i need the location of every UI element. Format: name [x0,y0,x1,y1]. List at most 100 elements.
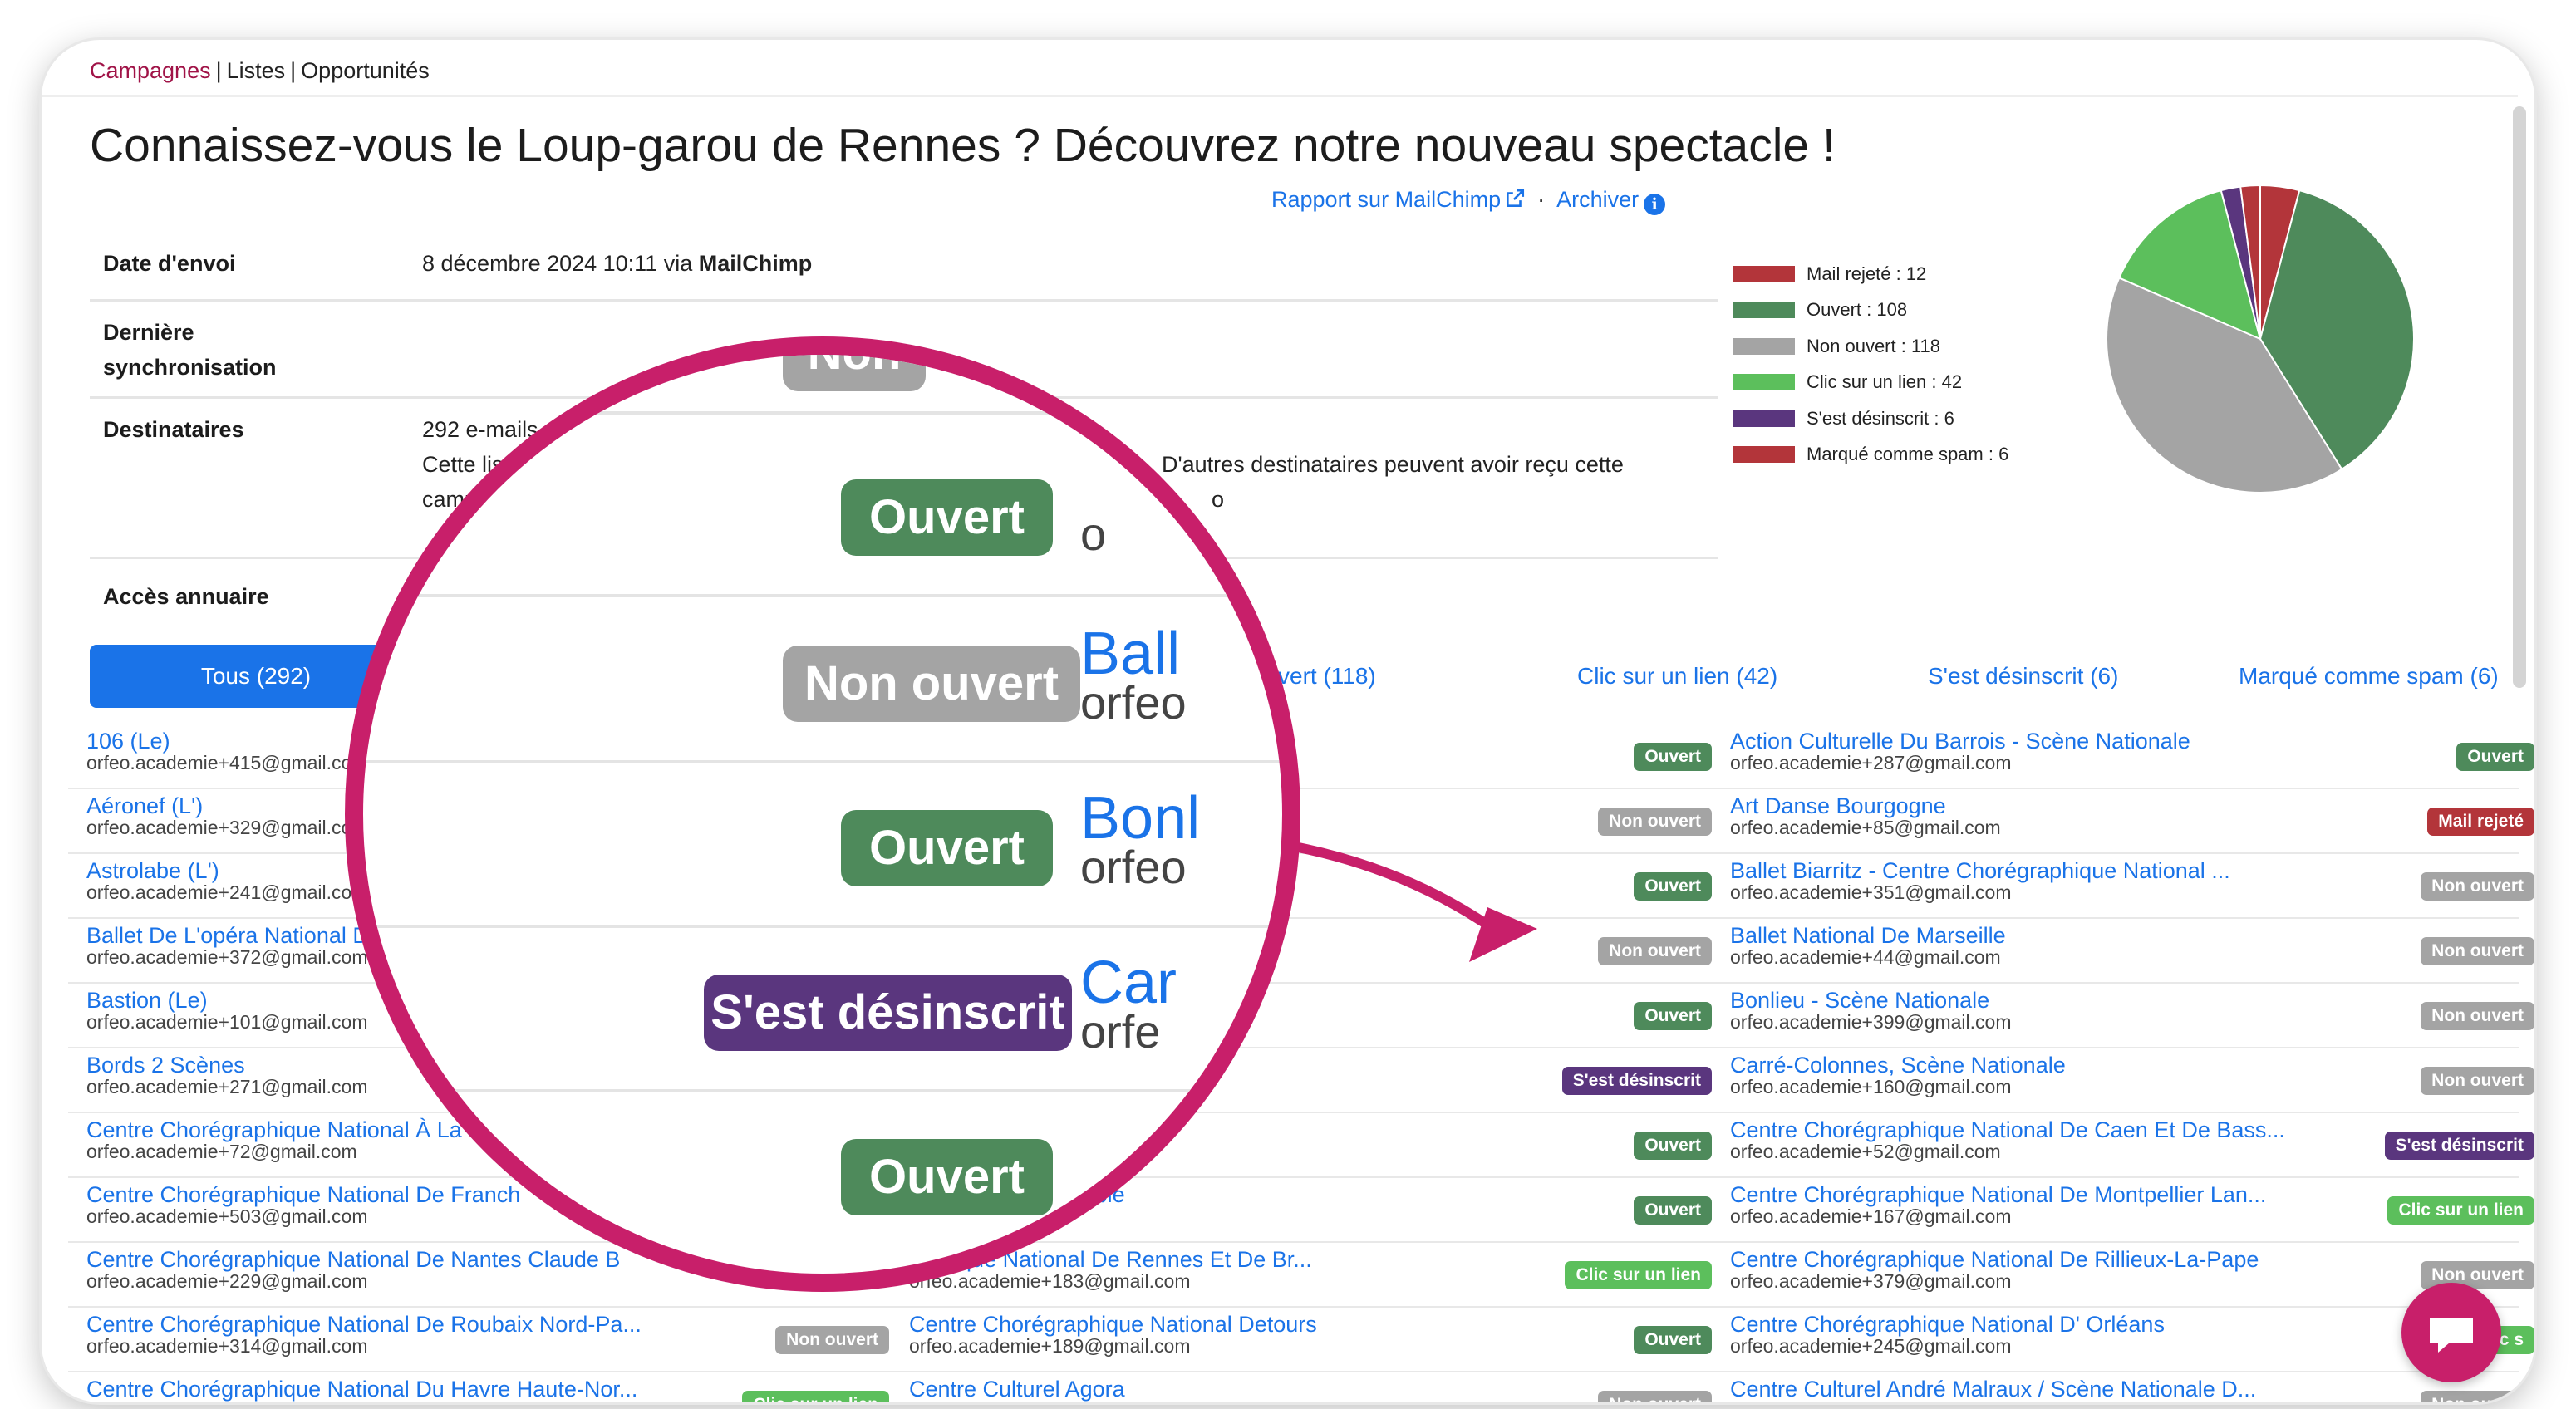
legend-label: Non ouvert : 118 [1807,335,1941,356]
recipient-email: orfeo.academie+329@gmail.co [86,817,352,838]
mag-divider [363,1089,1282,1092]
mag-badge-ouvert-3: Ouvert [841,1139,1053,1215]
status-badge: Non ouvert [1598,1391,1712,1402]
recipients-label: Destinataires [103,417,244,442]
info-icon[interactable]: i [1644,194,1666,215]
archive-link[interactable]: Archiver [1556,187,1639,212]
recipient-email: orfeo.academie+372@gmail.com [86,946,368,968]
status-badge: Non ouvert [1598,937,1712,965]
vertical-scrollbar[interactable] [2513,106,2526,688]
recipient-email: orfeo.academie+229@gmail.com [86,1270,368,1292]
breadcrumb-campagnes[interactable]: Campagnes [90,58,211,83]
legend-item: Non ouvert : 118 [1733,328,2008,365]
legend-label: S'est désinscrit : 6 [1807,407,1954,429]
recipient-email: orfeo.academie+101@gmail.com [86,1011,368,1033]
page-title: Connaissez-vous le Loup-garou de Rennes … [90,119,1836,172]
send-date-text: 8 décembre 2024 10:11 via [422,251,693,276]
status-badge: Mail rejeté [2427,808,2534,836]
recipient-cell: Art Danse Bourgogne orfeo.academie+85@gma… [1730,789,2534,852]
chat-bubble-icon [2430,1318,2473,1353]
send-date-value: 8 décembre 2024 10:11 via MailChimp [422,246,812,281]
status-badge: Non ouvert [2421,1067,2534,1095]
recipient-email: orfeo.academie+425@gmail.com [86,1399,368,1402]
legend-label: Mail rejeté : 12 [1807,263,1927,284]
recipient-email: orfeo.academie+167@gmail.com [1730,1205,2012,1227]
status-badge: Non ouvert [2421,1391,2534,1402]
table-row: Centre Chorégraphique National De Franch… [68,1178,2534,1243]
recipient-email: orfeo.academie+241@gmail.com [86,881,368,903]
recipient-email: orfeo.academie+52@gmail.com [1730,1141,2001,1162]
recipient-cell: Ballet National De Marseille orfeo.academ… [1730,919,2534,982]
legend-item: Marqué comme spam : 6 [1733,437,2008,474]
mag-badge-non-ouvert: Non ouvert [783,646,1080,722]
recipient-email: orfeo.academie+72@gmail.com [86,1141,357,1162]
links-separator: · [1537,187,1546,212]
breadcrumb-listes[interactable]: Listes [227,58,286,83]
breadcrumb-opportunites[interactable]: Opportunités [301,58,430,83]
mag-badge-desinscrit: S'est désinscrit [704,975,1072,1051]
sync-label-line1: Dernière [103,320,194,345]
status-badge: Ouvert [1634,1196,1712,1225]
tab-not-opened[interactable]: vert (118) [1278,645,1376,708]
external-link-icon [1507,189,1525,207]
legend-swatch [1733,374,1795,391]
mag-badge-top: Non [783,355,926,391]
legend-item: Mail rejeté : 12 [1733,256,2008,292]
status-pie-chart [2106,184,2415,493]
recipients-line2b: D'autres destinataires peuvent avoir reç… [1162,452,1624,477]
tab-unsubscribed[interactable]: S'est désinscrit (6) [1928,645,2118,708]
recipient-email: orfeo.academie+399@gmail.com [1730,1011,2012,1033]
recipient-email: orfeo.academie+503@gmail.com [86,1205,368,1227]
directory-label: Accès annuaire [103,584,269,609]
status-badge: Clic sur un lien [742,1391,889,1402]
sync-label-line2: synchronisation [103,355,277,380]
mag-mail-4: orfe [1080,1005,1161,1058]
legend-label: Ouvert : 108 [1807,299,1908,321]
chat-button[interactable] [2401,1283,2501,1382]
recipient-cell: Centre Culturel Agoraorfeo.academie+99@g… [909,1372,1712,1402]
magnifier-lens: Non Ouvert o Non ouvert Ball orfeo Ouver… [345,336,1300,1292]
table-row: Centre Chorégraphique National De Roubai… [68,1308,2534,1372]
status-badge: Ouvert [1634,1002,1712,1030]
table-row: Centre Chorégraphique National Du Havre … [68,1372,2534,1402]
recipient-email: orfeo.academie+379@gmail.com [1730,1270,2012,1292]
recipient-cell: Centre Chorégraphique National De Caen E… [1730,1113,2534,1176]
breadcrumb-separator: | [215,58,222,83]
recipient-email: orfeo.academie+245@gmail.com [1730,1335,2012,1357]
status-badge: Ouvert [1634,872,1712,901]
status-badge: Non ouvert [775,1326,889,1354]
mag-mail-1: o [1080,508,1107,560]
recipient-cell: Carré-Colonnes, Scène Nationale orfeo.aca… [1730,1048,2534,1112]
legend-swatch [1733,410,1795,427]
status-badge: S'est désinscrit [1561,1067,1712,1095]
recipient-cell: Action Culturelle Du Barrois - Scène Nat… [1730,724,2534,788]
mag-divider [363,760,1282,763]
status-badge: S'est désinscrit [2384,1132,2534,1160]
status-badge: Non ouvert [1598,808,1712,836]
breadcrumb-separator: | [290,58,297,83]
table-row: Centre Chorégraphique National À La orfeo… [68,1113,2534,1178]
campaign-links: Rapport sur MailChimp · Archiver i [1271,183,1666,216]
recipient-cell: Centre Chorégraphique National Detours or… [909,1308,1712,1371]
mag-divider [363,594,1282,597]
recipient-email: orfeo.academie+287@gmail.com [1730,752,2012,773]
tab-spam[interactable]: Marqué comme spam (6) [2239,645,2499,708]
legend-swatch [1733,337,1795,355]
mag-badge-ouvert-1: Ouvert [841,479,1053,556]
mag-divider [363,411,1282,415]
status-badge: Ouvert [2456,743,2534,771]
tab-link-click[interactable]: Clic sur un lien (42) [1577,645,1777,708]
recipient-email: orfeo.academie+415@gmail.co [86,752,352,773]
mailchimp-report-label: Rapport sur MailChimp [1271,187,1502,212]
mailchimp-report-link[interactable]: Rapport sur MailChimp [1271,187,1526,212]
legend-label: Marqué comme spam : 6 [1807,444,2009,465]
archive-label: Archiver [1556,187,1639,212]
recipient-cell: raphique National De Rennes Et De Br... o… [909,1243,1712,1306]
recipients-line3b: o [1212,487,1225,512]
recipient-email: orfeo.academie+85@gmail.com [1730,817,2001,838]
mag-badge-ouvert-2: Ouvert [841,810,1053,886]
status-badge: Non ouvert [2421,1002,2534,1030]
recipient-email: orfeo.academie+351@gmail.com [1730,881,2012,903]
status-badge: Non ouvert [2421,872,2534,901]
legend-label: Clic sur un lien : 42 [1807,371,1963,393]
